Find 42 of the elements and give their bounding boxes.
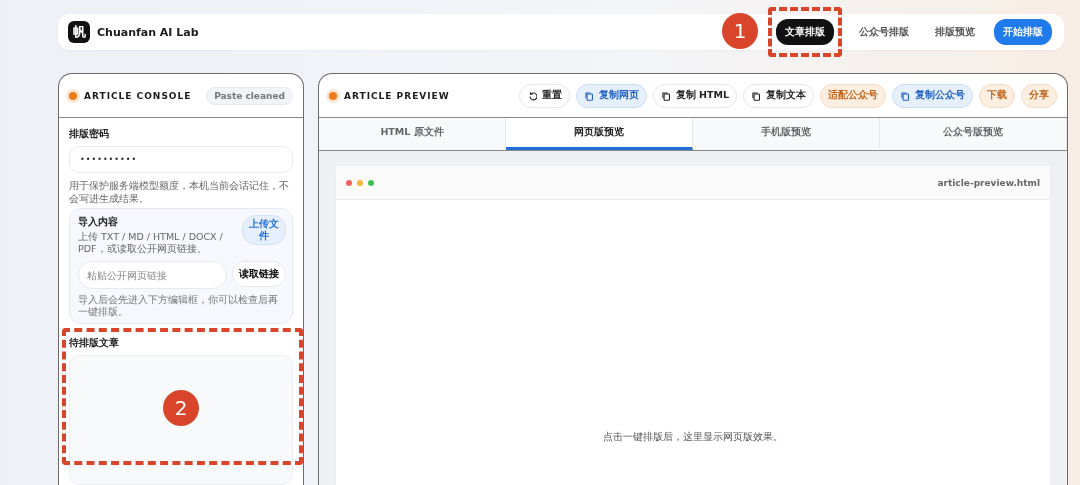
file-name: article-preview.html [937, 177, 1040, 188]
url-field[interactable]: 粘贴公开网页链接 [78, 261, 227, 289]
action-button[interactable]: 复制公众号 [892, 83, 973, 108]
start-button[interactable]: 开始排版 [994, 19, 1052, 45]
status-dot [329, 91, 337, 100]
reset-icon [526, 90, 537, 101]
panel-title: ARTICLE CONSOLE [84, 90, 193, 101]
action-button[interactable]: 下载 [979, 83, 1015, 108]
nav-tab[interactable]: 公众号排版 [850, 19, 918, 45]
field-label: 待排版文章 [69, 336, 120, 350]
brand-name: Chuanfan AI Lab [97, 25, 199, 39]
copy-icon [900, 90, 910, 101]
nav-tab[interactable]: 排版预览 [926, 19, 984, 45]
logo-icon: 帆 [68, 21, 90, 43]
nav-tab[interactable]: 文章排版 [776, 19, 834, 45]
copy-icon [660, 90, 671, 101]
preview-tab[interactable]: 公众号版预览 [880, 118, 1067, 150]
status-dot [69, 91, 77, 100]
action-button[interactable]: 重置 [518, 83, 570, 108]
copy-icon [583, 90, 594, 101]
fetch-button[interactable]: 读取链接 [232, 261, 286, 287]
action-button[interactable]: 复制网页 [575, 83, 647, 108]
action-button[interactable]: 分享 [1021, 83, 1057, 108]
action-button[interactable]: 复制 HTML [652, 83, 737, 108]
article-editor[interactable] [69, 355, 293, 485]
copy-icon [751, 90, 761, 101]
upload-button[interactable]: 上传文件 [242, 215, 286, 245]
status-badge: Paste cleaned [206, 86, 293, 105]
window-controls-icon [346, 179, 374, 186]
preview-tab[interactable]: 手机版预览 [693, 118, 880, 150]
hint-text: 用于保护服务端模型额度，本机当前会话记住，不会写进生成结果。 [69, 179, 290, 205]
section-title: 导入内容 [78, 215, 119, 229]
note-text: 导入后会先进入下方编辑框，你可以检查后再一键排版。 [78, 294, 279, 318]
panel-title: ARTICLE PREVIEW [344, 90, 451, 101]
preview-tab[interactable]: 网页版预览 [506, 118, 693, 150]
field-label: 排版密码 [69, 127, 110, 141]
description-text: 上传 TXT / MD / HTML / DOCX / PDF，或读取公开网页链接。 [78, 231, 224, 255]
password-field[interactable]: •••••••••• [69, 146, 293, 173]
empty-message: 点击一键排版后，这里显示网页版效果。 [603, 431, 783, 444]
annotation-number: 1 [722, 13, 758, 49]
action-button[interactable]: 适配公众号 [820, 83, 886, 108]
action-button[interactable]: 复制文本 [743, 83, 814, 108]
